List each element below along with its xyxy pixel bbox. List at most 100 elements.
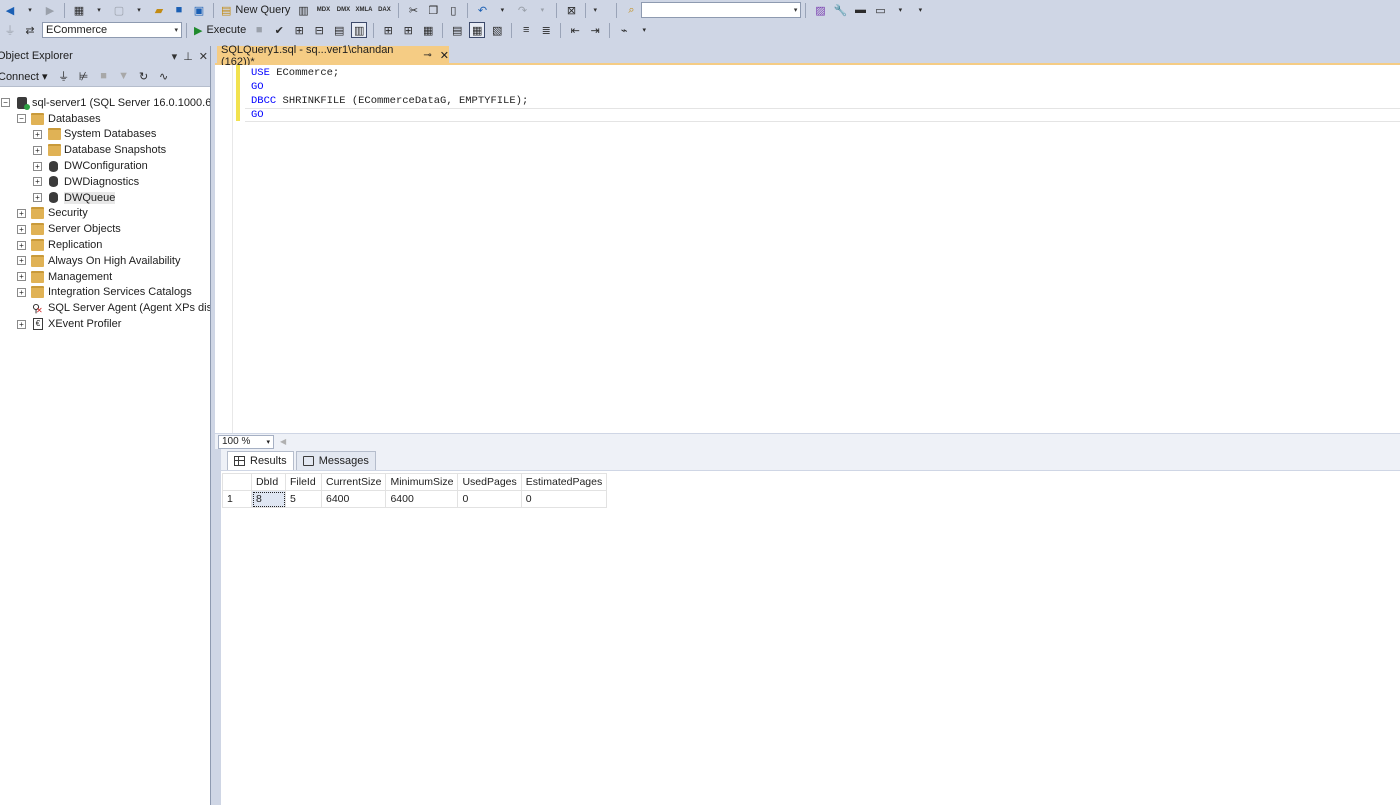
new-project-icon[interactable]: ▦: [71, 2, 87, 18]
refresh-icon[interactable]: ↻: [136, 70, 152, 83]
tree-node-security[interactable]: + Security: [0, 206, 210, 222]
intellisense-icon[interactable]: ▤: [331, 22, 347, 38]
save-all-icon[interactable]: ▣: [191, 2, 207, 18]
live-query-stats-icon[interactable]: ⊞: [400, 22, 416, 38]
redo-dropdown-icon[interactable]: ▾: [534, 2, 550, 18]
grid-cell[interactable]: 0: [457, 490, 522, 508]
connect-button[interactable]: Connect ▾: [0, 70, 48, 83]
copy-icon[interactable]: ❐: [425, 2, 441, 18]
comment-icon[interactable]: ≡: [518, 22, 534, 38]
template-browser-icon[interactable]: ▭: [872, 2, 888, 18]
filter-icon[interactable]: ▼: [116, 70, 132, 82]
include-actual-plan-icon[interactable]: ⊞: [380, 22, 396, 38]
expand-icon[interactable]: +: [33, 129, 42, 139]
query-designer-icon[interactable]: ⊟: [311, 22, 327, 38]
expand-icon[interactable]: +: [17, 256, 26, 266]
connect-server-icon[interactable]: ⏚: [56, 68, 72, 84]
expand-icon[interactable]: +: [17, 240, 26, 250]
cancel-query-icon[interactable]: ■: [251, 22, 267, 38]
expand-icon[interactable]: +: [17, 208, 26, 218]
tree-node-xevent-profiler[interactable]: + € XEvent Profiler: [0, 316, 210, 332]
tab-messages[interactable]: Messages: [295, 451, 376, 470]
add-item-icon[interactable]: ▢: [111, 2, 127, 18]
close-tab-icon[interactable]: ✕: [440, 49, 449, 62]
new-query-button[interactable]: ▤ New Query: [218, 2, 293, 18]
toolbar-overflow-icon[interactable]: ▾: [912, 2, 928, 18]
results-to-grid-icon[interactable]: ▦: [469, 22, 486, 38]
tools-icon[interactable]: 🔧: [832, 2, 848, 18]
toolbar-overflow-icon[interactable]: ▾: [636, 22, 652, 38]
back-dropdown-icon[interactable]: ▾: [22, 2, 38, 18]
cut-icon[interactable]: ✂: [405, 2, 421, 18]
tree-node-server[interactable]: − sql-server1 (SQL Server 16.0.1000.6 - …: [0, 95, 210, 111]
grid-cell[interactable]: 0: [520, 490, 608, 508]
tab-sqlquery1[interactable]: SQLQuery1.sql - sq...ver1\chandan (162))…: [217, 44, 449, 68]
code-area[interactable]: USE ECommerce; GO DBCC SHRINKFILE (EComm…: [251, 66, 528, 122]
execute-button[interactable]: ▶ Execute: [191, 22, 249, 38]
expand-icon[interactable]: +: [17, 224, 26, 234]
expand-icon[interactable]: +: [33, 145, 42, 155]
query-editor[interactable]: USE ECommerce; GO DBCC SHRINKFILE (EComm…: [215, 65, 1400, 433]
tree-node-always-on[interactable]: + Always On High Availability: [0, 253, 210, 269]
grid-cell[interactable]: 6400: [385, 490, 459, 508]
column-header[interactable]: CurrentSize: [320, 473, 387, 491]
new-project-dropdown-icon[interactable]: ▾: [91, 2, 107, 18]
toolbox-icon[interactable]: ▬: [852, 2, 868, 18]
tree-node-system-databases[interactable]: + System Databases: [0, 127, 210, 143]
database-engine-query-icon[interactable]: ▥: [295, 2, 311, 18]
pin-icon[interactable]: ⊸: [423, 50, 431, 61]
results-to-text-icon[interactable]: ▤: [449, 22, 465, 38]
decrease-indent-icon[interactable]: ⇤: [567, 22, 583, 38]
paste-icon[interactable]: ▯: [445, 2, 461, 18]
more-dropdown-icon[interactable]: ▾: [892, 2, 908, 18]
expand-icon[interactable]: +: [17, 319, 26, 329]
properties-icon[interactable]: ▨: [812, 2, 828, 18]
mdx-query-icon[interactable]: MDX: [315, 2, 331, 18]
expand-icon[interactable]: +: [33, 161, 42, 171]
available-databases-dropdown[interactable]: ECommerce ▾: [42, 22, 182, 38]
change-connection-icon[interactable]: ⇄: [22, 22, 38, 38]
column-header[interactable]: FileId: [285, 473, 322, 491]
collapse-icon[interactable]: −: [1, 98, 10, 108]
grid-cell[interactable]: 8: [251, 490, 286, 508]
expand-icon[interactable]: +: [33, 177, 42, 187]
connect-icon[interactable]: ⏚: [2, 22, 18, 38]
tree-node-management[interactable]: + Management: [0, 269, 210, 285]
column-header[interactable]: EstimatedPages: [520, 473, 608, 491]
column-header[interactable]: MinimumSize: [385, 473, 459, 491]
pin-icon[interactable]: ⊥: [183, 50, 193, 63]
column-header[interactable]: UsedPages: [457, 473, 522, 491]
tree-node-databases[interactable]: − Databases: [0, 111, 210, 127]
close-icon[interactable]: ✕: [199, 50, 208, 63]
back-icon[interactable]: ◀: [2, 2, 18, 18]
tree-node-sql-server-agent[interactable]: ⚲ ✕ SQL Server Agent (Agent XPs disabl: [0, 300, 210, 316]
add-item-dropdown-icon[interactable]: ▾: [131, 2, 147, 18]
activity-monitor-icon[interactable]: ∿: [156, 70, 172, 83]
search-combo[interactable]: ▾: [641, 2, 802, 18]
open-file-icon[interactable]: ▰: [151, 2, 167, 18]
zoom-dropdown[interactable]: 100 % ▾: [218, 434, 274, 449]
window-position-icon[interactable]: ▾: [172, 50, 178, 63]
xmla-query-icon[interactable]: XMLA: [355, 2, 372, 18]
uncomment-icon[interactable]: ≣: [538, 22, 554, 38]
results-to-file-icon[interactable]: ▧: [489, 22, 505, 38]
tree-node-database-snapshots[interactable]: + Database Snapshots: [0, 142, 210, 158]
dmx-query-icon[interactable]: DMX: [335, 2, 351, 18]
dax-query-icon[interactable]: DAX: [376, 2, 392, 18]
specify-template-values-icon[interactable]: ⌁: [616, 22, 632, 38]
estimated-plan-icon[interactable]: ⊞: [291, 22, 307, 38]
undo-icon[interactable]: ↶: [474, 2, 490, 18]
disconnect-icon[interactable]: ⊭: [76, 70, 92, 83]
tree-node-dwdiagnostics[interactable]: + DWDiagnostics: [0, 174, 210, 190]
increase-indent-icon[interactable]: ⇥: [587, 22, 603, 38]
tree-node-integration-services[interactable]: + Integration Services Catalogs: [0, 285, 210, 301]
redo-icon[interactable]: ↷: [514, 2, 530, 18]
activity-monitor-icon[interactable]: ⊠: [563, 2, 579, 18]
tree-node-server-objects[interactable]: + Server Objects: [0, 221, 210, 237]
save-icon[interactable]: ■: [171, 2, 187, 18]
results-grid[interactable]: DbId FileId CurrentSize MinimumSize Used…: [222, 473, 608, 508]
client-statistics-icon[interactable]: ▦: [420, 22, 436, 38]
find-icon[interactable]: ⌕: [623, 2, 639, 18]
row-number[interactable]: 1: [222, 490, 252, 508]
grid-cell[interactable]: 6400: [320, 490, 387, 508]
